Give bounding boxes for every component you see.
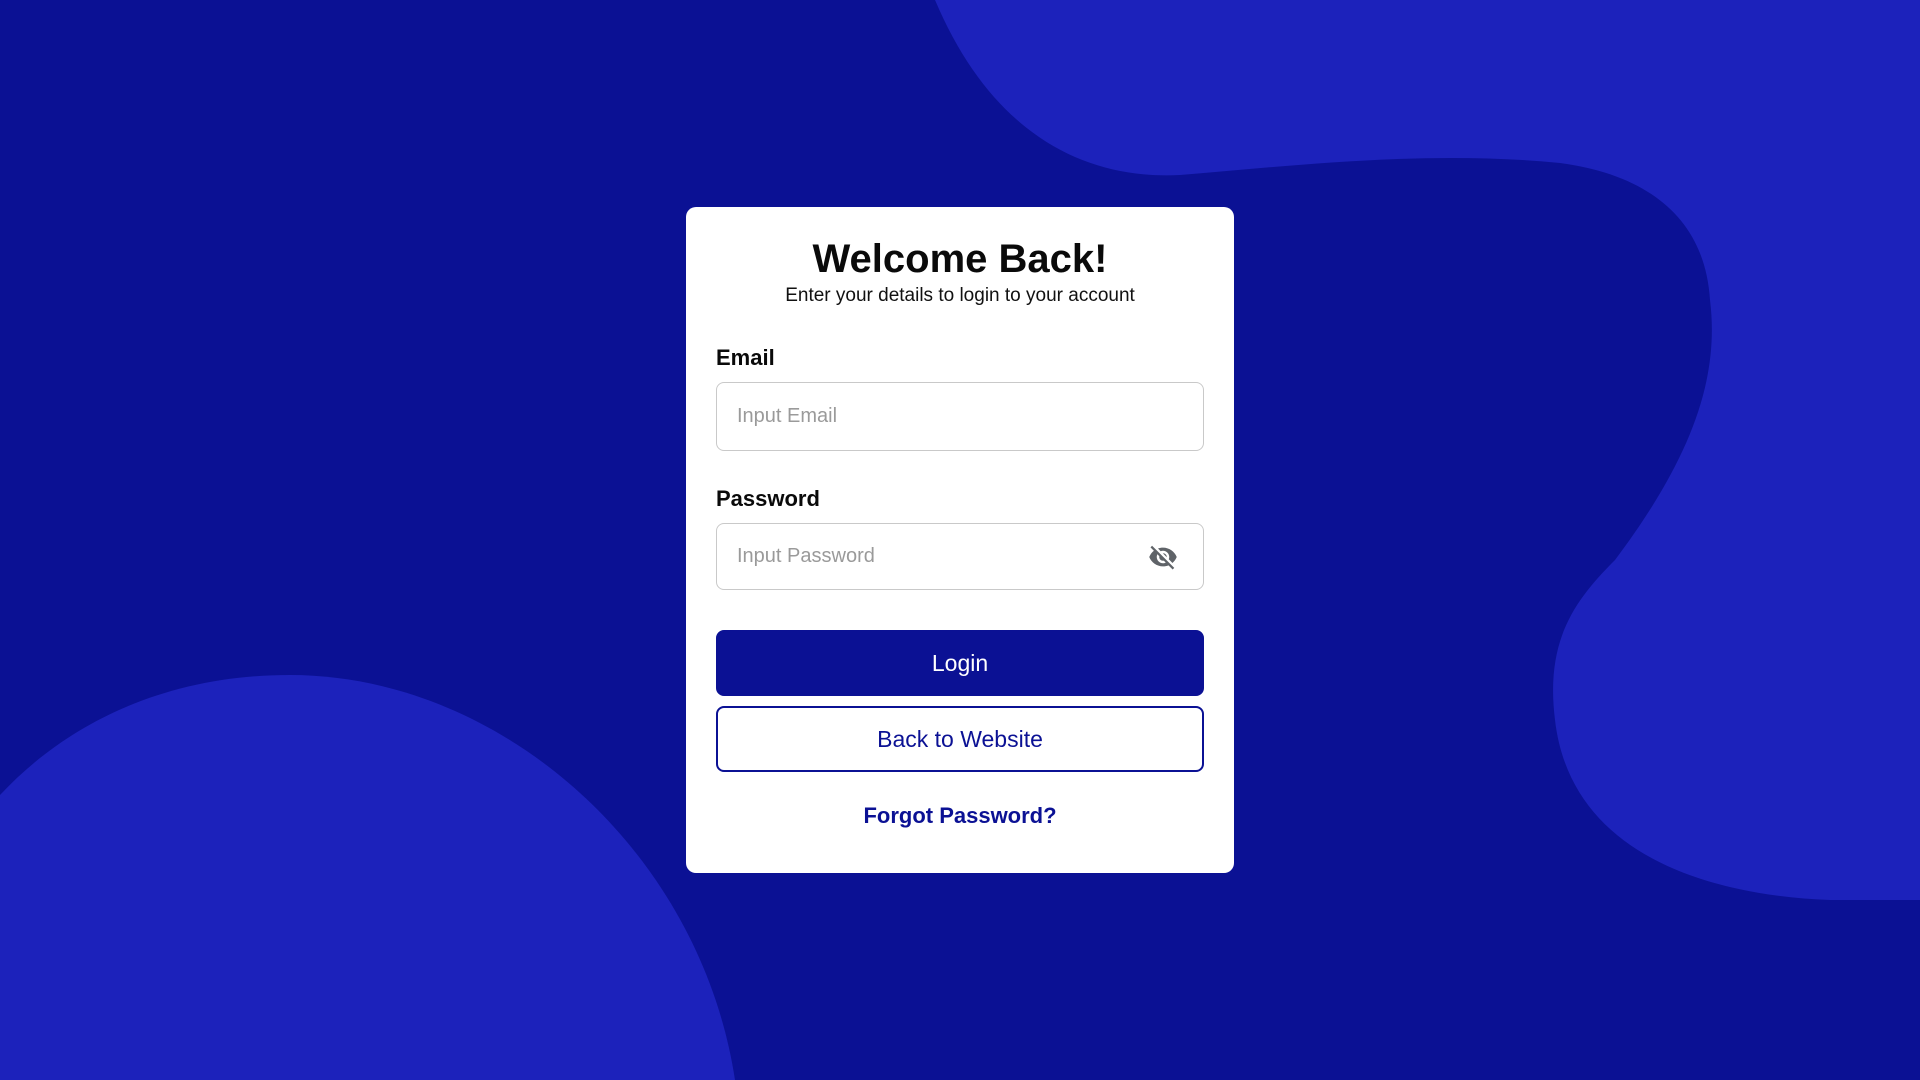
page-title: Welcome Back! — [812, 237, 1108, 281]
email-input[interactable] — [716, 382, 1204, 451]
password-field-wrapper — [716, 523, 1204, 590]
email-label: Email — [716, 345, 775, 370]
back-to-website-button[interactable]: Back to Website — [716, 706, 1204, 772]
login-card: Welcome Back! Enter your details to logi… — [686, 207, 1234, 873]
page-subtitle: Enter your details to login to your acco… — [785, 285, 1135, 306]
forgot-password-link[interactable]: Forgot Password? — [716, 802, 1204, 830]
password-label: Password — [716, 486, 820, 511]
email-field-wrapper — [716, 382, 1204, 451]
login-button[interactable]: Login — [716, 630, 1204, 696]
password-input[interactable] — [716, 523, 1204, 590]
bottom-left-blob — [0, 675, 735, 1080]
eye-slash-icon[interactable] — [1148, 542, 1178, 572]
